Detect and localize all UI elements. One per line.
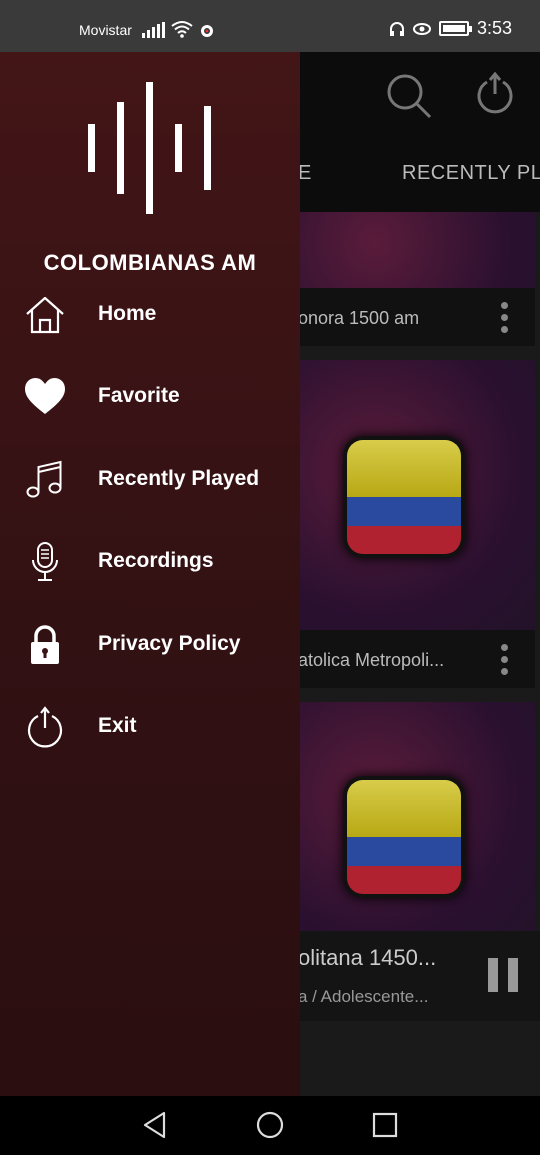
drawer-item-label: Favorite: [98, 384, 180, 407]
tab-home[interactable]: E: [298, 162, 312, 185]
drawer-item-label: Home: [98, 302, 157, 325]
status-icons-right: 3:53: [389, 18, 512, 39]
drawer-item-home[interactable]: Home: [0, 284, 300, 344]
heart-icon: [25, 378, 65, 414]
eye-icon: [412, 22, 431, 35]
signal-icon: [142, 22, 165, 38]
drawer-item-recently-played[interactable]: Recently Played: [0, 449, 300, 509]
app-name: COLOMBIANAS AM: [43, 250, 257, 275]
drawer-item-label: Recently Played: [98, 467, 260, 490]
navigation-drawer: COLOMBIANAS AM Home Favorite Recently Pl…: [0, 52, 300, 1096]
colombia-flag-icon: [343, 436, 465, 558]
station-title: onora 1500 am: [298, 308, 420, 328]
station-title: atolica Metropoli...: [298, 650, 445, 670]
more-options-icon[interactable]: [497, 302, 511, 333]
player-title: olitana 1450...: [298, 945, 437, 970]
system-nav-bar: [0, 1096, 540, 1155]
drawer-item-label: Exit: [98, 714, 137, 737]
wifi-icon: [171, 21, 193, 38]
recents-icon[interactable]: [372, 1110, 398, 1140]
home-nav-icon[interactable]: [256, 1110, 284, 1140]
headphones-icon: [389, 21, 404, 36]
carrier-label: Movistar: [79, 22, 132, 38]
lock-icon: [31, 625, 59, 664]
power-icon[interactable]: [473, 72, 517, 116]
status-bar: Movistar 3:53: [0, 0, 540, 52]
drawer-item-recordings[interactable]: Recordings: [0, 531, 300, 591]
search-icon[interactable]: [385, 72, 433, 120]
app-logo-soundwave-icon: [88, 82, 213, 214]
status-icons-left: [142, 20, 215, 38]
battery-icon: [438, 21, 472, 36]
drawer-item-favorite[interactable]: Favorite: [0, 366, 300, 426]
home-icon: [26, 296, 64, 334]
pause-icon[interactable]: [488, 958, 518, 992]
colombia-flag-icon: [343, 776, 465, 898]
drawer-item-label: Privacy Policy: [98, 632, 241, 655]
app-notification-icon: [201, 25, 213, 37]
power-icon: [27, 706, 63, 748]
drawer-item-exit[interactable]: Exit: [0, 696, 300, 756]
tab-recently-played[interactable]: RECENTLY PL: [402, 162, 540, 185]
microphone-icon: [32, 542, 58, 581]
drawer-item-label: Recordings: [98, 549, 214, 572]
back-icon[interactable]: [142, 1110, 168, 1140]
clock: 3:53: [476, 18, 512, 38]
drawer-item-privacy-policy[interactable]: Privacy Policy: [0, 614, 300, 674]
player-subtitle: a / Adolescente...: [298, 987, 429, 1006]
music-note-icon: [26, 460, 62, 498]
more-options-icon[interactable]: [497, 644, 511, 675]
